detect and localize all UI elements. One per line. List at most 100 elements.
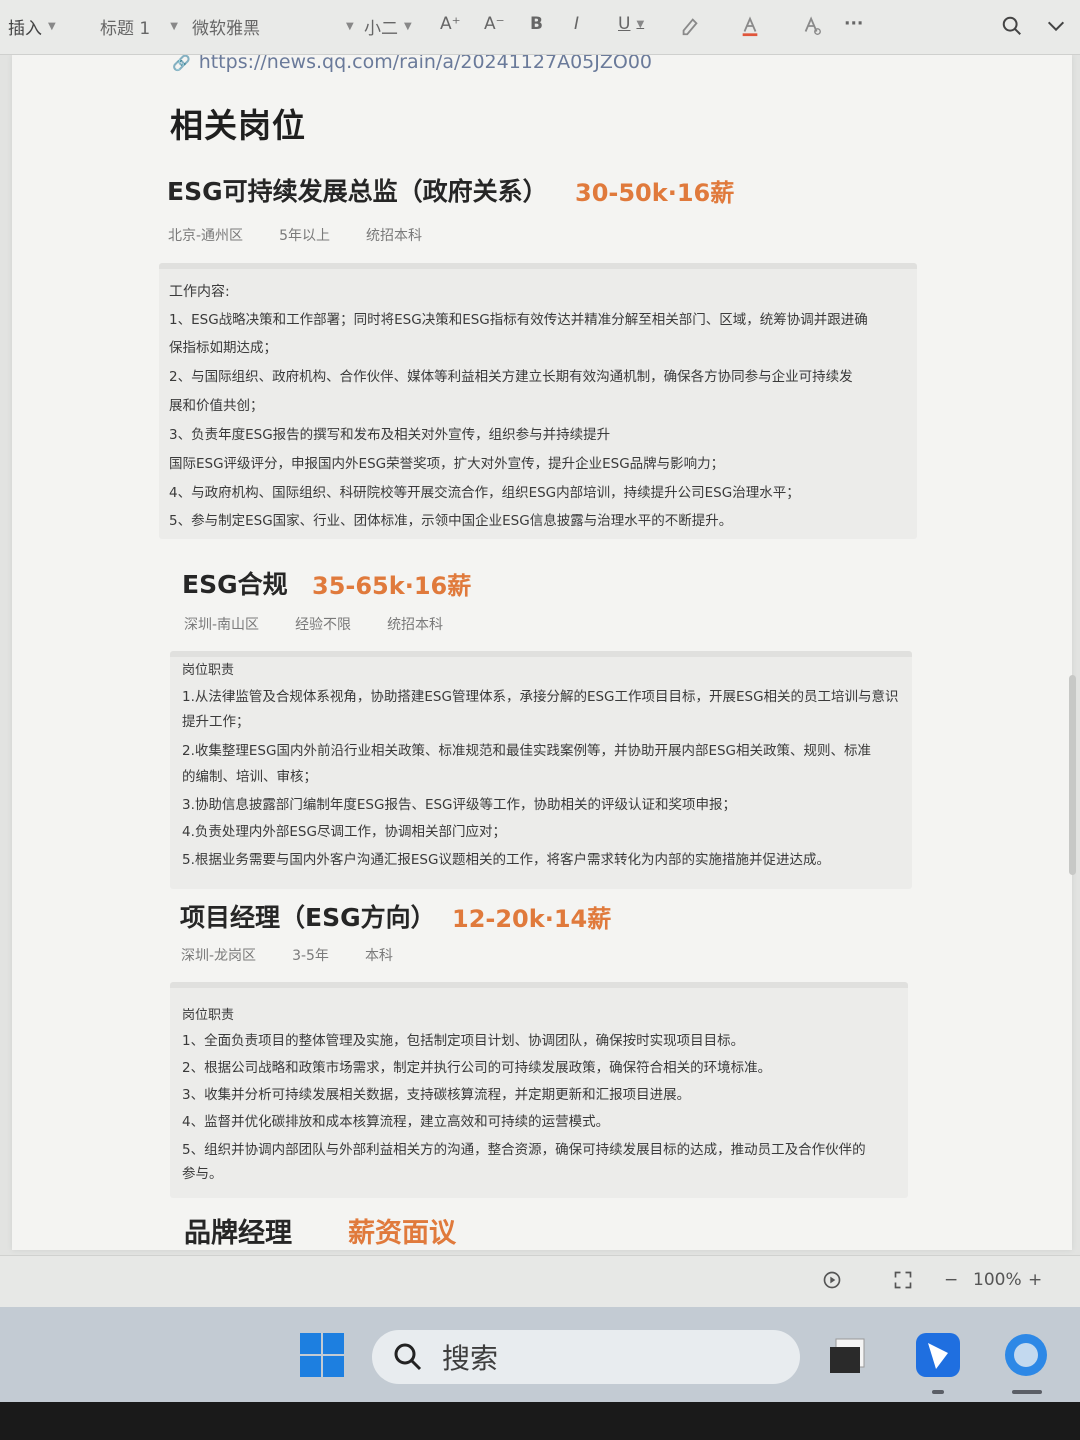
- fullscreen-button[interactable]: [893, 1270, 913, 1290]
- job-salary: 30-50k·16薪: [575, 179, 735, 207]
- italic-button[interactable]: I: [574, 14, 579, 34]
- highlight-button[interactable]: [676, 12, 704, 40]
- description-line: 2、与国际组织、政府机构、合作伙伴、媒体等利益相关方建立长期有效沟通机制，确保各…: [169, 369, 853, 385]
- status-bar: − 100% +: [0, 1255, 1080, 1308]
- description-line: 1、全面负责项目的整体管理及实施，包括制定项目计划、协调团队，确保按时实现项目目…: [182, 1033, 745, 1049]
- description-line: 3、收集并分析可持续发展相关数据，支持碳核算流程，并定期更新和汇报项目进展。: [182, 1087, 691, 1103]
- screen-bezel: [0, 1402, 1080, 1440]
- bold-button[interactable]: B: [530, 14, 543, 34]
- job-salary: 35-65k·16薪: [312, 572, 472, 600]
- app-lark-button[interactable]: [914, 1331, 962, 1379]
- windows-logo-icon: [300, 1333, 344, 1377]
- focus-mode-button[interactable]: [822, 1270, 842, 1290]
- clear-format-icon: [804, 16, 821, 35]
- collapse-toolbar-button[interactable]: [1042, 12, 1070, 40]
- bold-icon: B: [530, 14, 543, 34]
- job-salary: 薪资面议: [348, 1218, 456, 1249]
- job-description-heading: 工作内容:: [169, 284, 230, 300]
- description-line: 4、监督并优化碳排放和成本核算流程，建立高效和可持续的运营模式。: [182, 1114, 610, 1130]
- size-dropdown[interactable]: 小二 ▼: [364, 14, 412, 39]
- job-tags: 深圳-龙岗区 3-5年 本科: [181, 945, 429, 965]
- source-link-text: https://news.qq.com/rain/a/20241127A05JZ…: [198, 55, 652, 73]
- job-title: ESG合规: [182, 570, 288, 599]
- app-active-indicator: [1012, 1390, 1042, 1394]
- font-color-icon: [742, 16, 758, 37]
- search-icon: [1002, 16, 1021, 35]
- description-line: 2.收集整理ESG国内外前沿行业相关政策、标准规范和最佳实践案例等，并协助开展内…: [182, 743, 871, 759]
- underline-button[interactable]: U ▼: [618, 14, 644, 34]
- zoom-level[interactable]: 100%: [973, 1270, 1022, 1290]
- fullscreen-icon: [894, 1271, 912, 1289]
- description-line: 5.根据业务需要与国内外客户沟通汇报ESG议题相关的工作，将客户需求转化为内部的…: [182, 852, 830, 868]
- increase-font-button[interactable]: A⁺: [440, 14, 461, 34]
- underline-icon: U: [618, 14, 631, 34]
- job-salary: 12-20k·14薪: [452, 905, 612, 933]
- job-title: ESG可持续发展总监（政府关系）: [167, 177, 548, 206]
- taskbar-search[interactable]: 搜索: [372, 1330, 800, 1384]
- job-tags: 深圳-南山区 经验不限 统招本科: [184, 614, 479, 634]
- description-line: 展和价值共创；: [169, 398, 264, 414]
- zoom-out-button[interactable]: −: [944, 1270, 958, 1290]
- task-view-button[interactable]: [826, 1331, 874, 1379]
- job-experience: 5年以上: [279, 228, 330, 244]
- chevron-down-icon: [1047, 21, 1065, 32]
- start-button[interactable]: [298, 1331, 346, 1379]
- job-description-heading: 岗位职责: [182, 1008, 235, 1023]
- job-description-heading: 岗位职责: [182, 663, 235, 678]
- insert-menu[interactable]: 插入 ▼: [8, 14, 56, 39]
- source-link[interactable]: 🔗 https://news.qq.com/rain/a/20241127A05J…: [172, 55, 652, 73]
- description-line: 4.负责处理内外部ESG尽调工作，协调相关部门应对；: [182, 824, 506, 840]
- font-dropdown[interactable]: 微软雅黑 ▼: [192, 14, 354, 39]
- insert-menu-label: 插入: [8, 19, 42, 39]
- description-line: 1.从法律监管及合规体系视角，协助搭建ESG管理体系，承接分解的ESG工作项目目…: [182, 689, 899, 705]
- decrease-font-button[interactable]: A⁻: [484, 14, 505, 34]
- more-button[interactable]: ···: [844, 14, 863, 34]
- zoom-in-button[interactable]: +: [1028, 1270, 1042, 1290]
- caret-down-icon: ▼: [48, 21, 56, 32]
- caret-down-icon: ▼: [170, 21, 178, 32]
- link-icon: 🔗: [172, 55, 191, 72]
- job-education: 本科: [364, 948, 393, 964]
- job-title: 项目经理（ESG方向）: [180, 903, 436, 932]
- lark-app-icon: [916, 1333, 960, 1377]
- caret-down-icon: ▼: [636, 18, 645, 30]
- search-button[interactable]: [998, 12, 1026, 40]
- job-location: 深圳-南山区: [184, 617, 260, 633]
- style-dropdown[interactable]: 标题 1 ▼: [100, 14, 178, 39]
- caret-down-icon: ▼: [404, 21, 412, 32]
- description-line: 5、组织并协调内部团队与外部利益相关方的沟通，整合资源，确保可持续发展目标的达成…: [182, 1142, 866, 1158]
- editor-toolbar: 插入 ▼ 标题 1 ▼ 微软雅黑 ▼ 小二 ▼ A⁺ A⁻ B I U ▼ ··…: [0, 0, 1080, 55]
- task-view-icon: [830, 1338, 865, 1373]
- description-line: 保指标如期达成；: [169, 340, 277, 356]
- play-circle-icon: [823, 1271, 841, 1289]
- decrease-font-icon: A⁻: [484, 14, 505, 34]
- style-dropdown-value: 标题 1: [100, 19, 151, 39]
- windows-taskbar: 搜索: [0, 1307, 1080, 1402]
- vertical-scrollbar[interactable]: [1069, 675, 1076, 875]
- size-dropdown-value: 小二: [364, 19, 398, 39]
- font-color-button[interactable]: [736, 12, 764, 40]
- description-line: 提升工作；: [182, 714, 250, 730]
- job-experience: 经验不限: [295, 617, 352, 633]
- job-tags: 北京-通州区 5年以上 统招本科: [168, 225, 458, 245]
- app-running-indicator: [932, 1390, 944, 1394]
- job-title: 品牌经理: [184, 1218, 292, 1249]
- document-page[interactable]: 🔗 https://news.qq.com/rain/a/20241127A05J…: [12, 55, 1072, 1250]
- plus-icon: +: [1028, 1270, 1043, 1290]
- more-icon: ···: [844, 14, 864, 34]
- description-line: 1、ESG战略决策和工作部署；同时将ESG决策和ESG指标有效传达并精准分解至相…: [169, 312, 868, 328]
- description-line: 参与。: [182, 1166, 223, 1182]
- description-line: 2、根据公司战略和政策市场需求，制定并执行公司的可持续发展政策，确保符合相关的环…: [182, 1060, 772, 1076]
- font-dropdown-value: 微软雅黑: [192, 19, 260, 39]
- taskbar-search-placeholder: 搜索: [442, 1342, 499, 1375]
- caret-down-icon: ▼: [346, 21, 354, 32]
- section-title: 相关岗位: [170, 106, 306, 145]
- job-education: 统招本科: [387, 617, 444, 633]
- job-education: 统招本科: [365, 228, 422, 244]
- description-line: 3.协助信息披露部门编制年度ESG报告、ESG评级等工作，协助相关的评级认证和奖…: [182, 797, 736, 813]
- document-area[interactable]: 🔗 https://news.qq.com/rain/a/20241127A05J…: [0, 55, 1080, 1255]
- increase-font-icon: A⁺: [440, 14, 461, 34]
- app-browser-button[interactable]: [1002, 1331, 1050, 1379]
- clear-format-button[interactable]: [798, 12, 826, 40]
- job-location: 深圳-龙岗区: [181, 948, 257, 964]
